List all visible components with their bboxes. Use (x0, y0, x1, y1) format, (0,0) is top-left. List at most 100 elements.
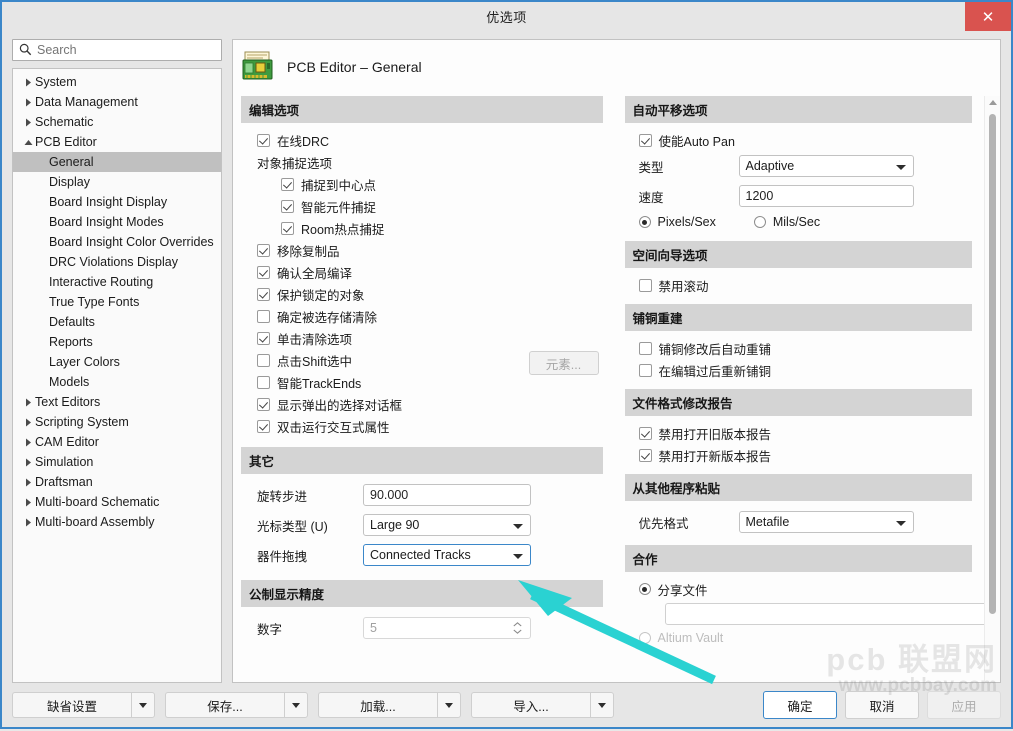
sidebar-item-data-management[interactable]: Data Management (13, 92, 221, 112)
save-dropdown-arrow[interactable] (284, 692, 308, 718)
defaults-button[interactable]: 缺省设置 (12, 692, 131, 718)
radio-altium-vault[interactable] (638, 632, 651, 644)
sidebar-item-multi-board-assembly[interactable]: Multi-board Assembly (13, 512, 221, 532)
chevron-right-icon[interactable] (21, 478, 35, 487)
priority-format-combo[interactable]: Metafile (738, 511, 914, 533)
checkbox-edit-7[interactable] (257, 397, 270, 411)
sidebar-item-reports[interactable]: Reports (13, 332, 221, 352)
checkbox-edit-8[interactable] (257, 419, 270, 433)
preferences-tree[interactable]: System Data Management Schematic PCB Editor… (12, 68, 222, 683)
scroll-up-icon[interactable] (989, 100, 997, 105)
sidebar-item-board-insight-color-overrides[interactable]: Board Insight Color Overrides (13, 232, 221, 252)
option-shared-file[interactable]: 分享文件 (625, 578, 973, 600)
sidebar-item-defaults[interactable]: Defaults (13, 312, 221, 332)
option-row-edit-8[interactable]: 双击运行交互式属性 (241, 415, 603, 437)
save-button[interactable]: 保存... (165, 692, 284, 718)
option-row-file-format-1[interactable]: 禁用打开新版本报告 (625, 444, 973, 466)
chevron-right-icon[interactable] (21, 118, 35, 127)
checkbox-snap-2[interactable] (281, 221, 294, 235)
shared-path-field[interactable] (664, 603, 984, 625)
ok-button[interactable]: 确定 (763, 691, 837, 719)
sidebar-item-scripting-system[interactable]: Scripting System (13, 412, 221, 432)
option-row-edit-0[interactable]: 移除复制品 (241, 239, 603, 261)
option-row-file-format-0[interactable]: 禁用打开旧版本报告 (625, 422, 973, 444)
sidebar-item-drc-violations-display[interactable]: DRC Violations Display (13, 252, 221, 272)
import-dropdown-arrow[interactable] (590, 692, 614, 718)
checkbox-disable-roll[interactable] (638, 278, 652, 292)
option-row-edit-4[interactable]: 单击清除选项 (241, 327, 603, 349)
option-row-edit-7[interactable]: 显示弹出的选择对话框 (241, 393, 603, 415)
sidebar-item-interactive-routing[interactable]: Interactive Routing (13, 272, 221, 292)
radio-shared-file[interactable] (638, 583, 651, 595)
sidebar-item-display[interactable]: Display (13, 172, 221, 192)
radio-mils-per-sec[interactable] (753, 216, 766, 228)
cursor-type-combo[interactable]: Large 90 (363, 514, 531, 536)
radio-pixels-per-sec[interactable] (638, 216, 651, 228)
load-dropdown-arrow[interactable] (437, 692, 461, 718)
content-scrollbar[interactable] (984, 96, 1000, 682)
checkbox-polygon-1[interactable] (638, 363, 652, 377)
chevron-right-icon[interactable] (21, 438, 35, 447)
sidebar-item-pcb-editor[interactable]: PCB Editor (13, 132, 221, 152)
search-input[interactable] (12, 39, 222, 61)
digits-stepper[interactable]: 5 (363, 617, 531, 639)
cancel-button[interactable]: 取消 (845, 691, 919, 719)
option-online-drc[interactable]: 在线DRC (241, 129, 603, 151)
chevron-right-icon[interactable] (21, 78, 35, 87)
option-enable-autopan[interactable]: 使能Auto Pan (625, 129, 973, 151)
sidebar-item-models[interactable]: Models (13, 372, 221, 392)
sidebar-item-multi-board-schematic[interactable]: Multi-board Schematic (13, 492, 221, 512)
chevron-right-icon[interactable] (21, 518, 35, 527)
sidebar-item-board-insight-display[interactable]: Board Insight Display (13, 192, 221, 212)
option-row-edit-1[interactable]: 确认全局编译 (241, 261, 603, 283)
option-row-snap-1[interactable]: 智能元件捕捉 (241, 195, 603, 217)
chevron-right-icon[interactable] (21, 418, 35, 427)
autopan-speed-input[interactable] (738, 185, 914, 207)
checkbox-file-format-0[interactable] (638, 426, 652, 440)
component-drag-combo[interactable]: Connected Tracks (363, 544, 531, 566)
option-row-polygon-0[interactable]: 铺铜修改后自动重铺 (625, 337, 973, 359)
chevron-right-icon[interactable] (21, 398, 35, 407)
checkbox-edit-0[interactable] (257, 243, 270, 257)
option-row-edit-2[interactable]: 保护锁定的对象 (241, 283, 603, 305)
checkbox-edit-2[interactable] (257, 287, 270, 301)
option-altium-vault[interactable]: Altium Vault (625, 627, 973, 649)
sidebar-item-text-editors[interactable]: Text Editors (13, 392, 221, 412)
import-button[interactable]: 导入... (471, 692, 590, 718)
scrollbar-thumb[interactable] (989, 114, 996, 614)
sidebar-item-general[interactable]: General (13, 152, 221, 172)
checkbox-snap-1[interactable] (281, 199, 294, 213)
checkbox-edit-1[interactable] (257, 265, 270, 279)
checkbox-enable-autopan[interactable] (638, 133, 652, 147)
checkbox-edit-3[interactable] (257, 309, 270, 323)
checkbox-edit-6[interactable] (257, 375, 270, 389)
checkbox-file-format-1[interactable] (638, 448, 652, 462)
primitives-button[interactable]: 元素... (528, 351, 599, 375)
chevron-right-icon[interactable] (21, 498, 35, 507)
checkbox-online-drc[interactable] (257, 133, 270, 147)
sidebar-item-system[interactable]: System (13, 72, 221, 92)
checkbox-polygon-0[interactable] (638, 341, 652, 355)
close-icon[interactable]: ✕ (965, 2, 1011, 31)
sidebar-item-true-type-fonts[interactable]: True Type Fonts (13, 292, 221, 312)
chevron-down-icon[interactable] (21, 139, 35, 146)
option-row-polygon-1[interactable]: 在编辑过后重新铺铜 (625, 359, 973, 381)
sidebar-item-cam-editor[interactable]: CAM Editor (13, 432, 221, 452)
option-row-edit-3[interactable]: 确定被选存储清除 (241, 305, 603, 327)
option-row-snap-2[interactable]: Room热点捕捉 (241, 217, 603, 239)
defaults-dropdown-arrow[interactable] (131, 692, 155, 718)
checkbox-edit-5[interactable] (257, 353, 270, 367)
autopan-style-combo[interactable]: Adaptive (738, 155, 914, 177)
sidebar-item-schematic[interactable]: Schematic (13, 112, 221, 132)
option-disable-roll[interactable]: 禁用滚动 (625, 274, 973, 296)
load-button[interactable]: 加载... (318, 692, 437, 718)
stepper-arrows-icon[interactable] (513, 622, 522, 634)
apply-button[interactable]: 应用 (927, 691, 1001, 719)
rotation-step-input[interactable] (363, 484, 531, 506)
sidebar-item-board-insight-modes[interactable]: Board Insight Modes (13, 212, 221, 232)
sidebar-item-layer-colors[interactable]: Layer Colors (13, 352, 221, 372)
chevron-right-icon[interactable] (21, 98, 35, 107)
option-row-snap-0[interactable]: 捕捉到中心点 (241, 173, 603, 195)
sidebar-item-draftsman[interactable]: Draftsman (13, 472, 221, 492)
sidebar-item-simulation[interactable]: Simulation (13, 452, 221, 472)
